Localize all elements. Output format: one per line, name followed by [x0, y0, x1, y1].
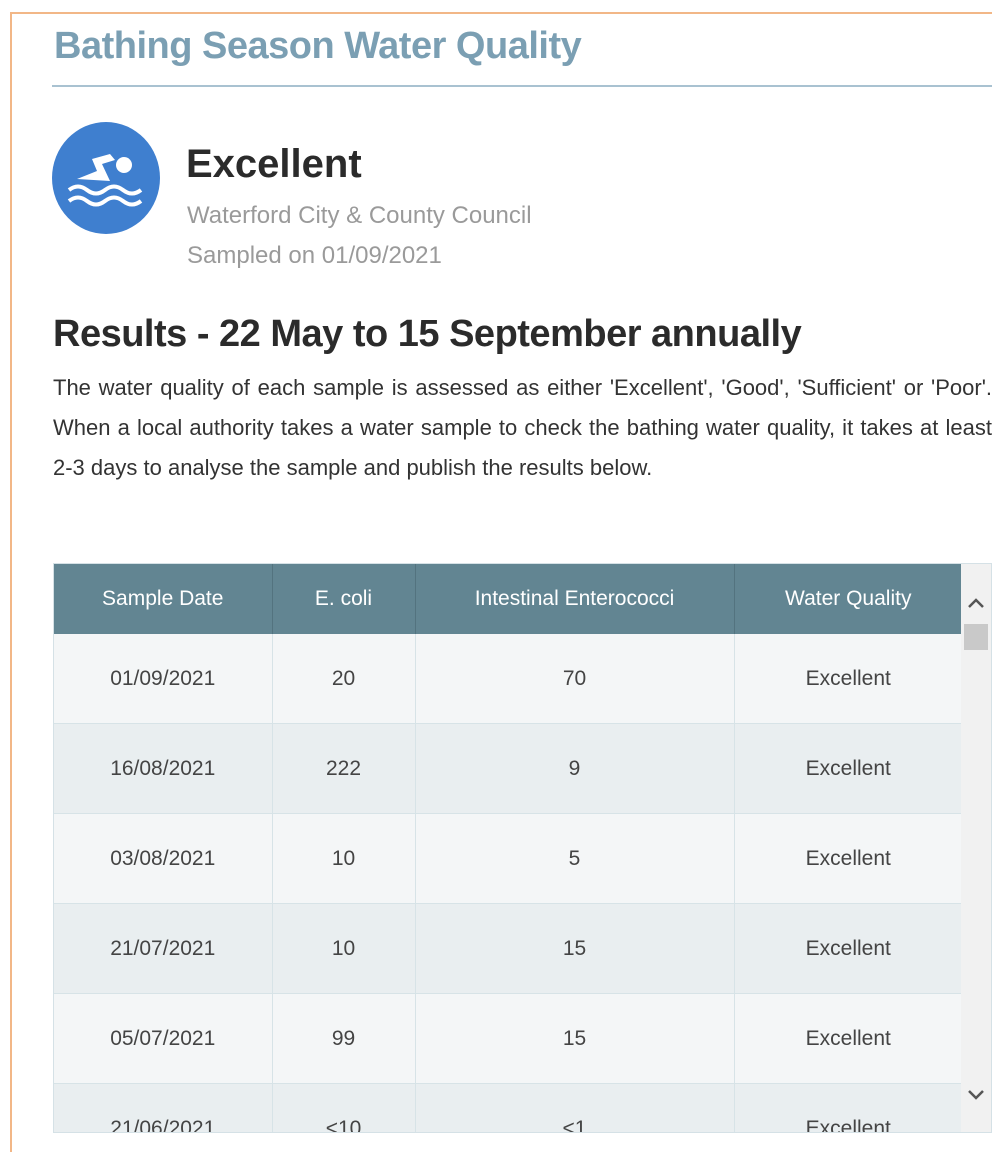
cell-sample-date: 16/08/2021: [54, 723, 273, 814]
cell-water-quality: Excellent: [734, 634, 962, 724]
cell-e-coli: 10: [272, 903, 416, 994]
cell-water-quality: Excellent: [734, 813, 962, 904]
cell-enterococci: 5: [415, 813, 735, 904]
column-header-water-quality: Water Quality: [734, 564, 962, 634]
cell-sample-date: 05/07/2021: [54, 993, 273, 1084]
cell-sample-date: 03/08/2021: [54, 813, 273, 904]
table-row: 21/06/2021 <10 <1 Excellent: [54, 1083, 962, 1132]
cell-enterococci: 15: [415, 903, 735, 994]
table-row: 16/08/2021 222 9 Excellent: [54, 723, 962, 814]
scrollbar-thumb[interactable]: [964, 624, 988, 650]
column-header-e-coli: E. coli: [272, 564, 416, 634]
cell-sample-date: 21/06/2021: [54, 1083, 273, 1132]
results-heading: Results - 22 May to 15 September annuall…: [53, 313, 802, 355]
table-row: 21/07/2021 10 15 Excellent: [54, 903, 962, 994]
cell-e-coli: 99: [272, 993, 416, 1084]
cell-water-quality: Excellent: [734, 903, 962, 994]
results-table: Sample Date E. coli Intestinal Enterococ…: [54, 564, 962, 1132]
table-row: 03/08/2021 10 5 Excellent: [54, 813, 962, 904]
cell-e-coli: <10: [272, 1083, 416, 1132]
table-scrollbar[interactable]: [961, 564, 991, 1132]
sampled-date: Sampled on 01/09/2021: [187, 242, 442, 269]
cell-water-quality: Excellent: [734, 723, 962, 814]
scroll-down-icon[interactable]: [961, 1080, 991, 1110]
swimmer-icon: [52, 122, 160, 234]
column-header-sample-date: Sample Date: [54, 564, 273, 634]
cell-enterococci: <1: [415, 1083, 735, 1132]
cell-e-coli: 222: [272, 723, 416, 814]
table-row: 01/09/2021 20 70 Excellent: [54, 634, 962, 724]
title-divider: [52, 85, 992, 87]
scroll-up-icon[interactable]: [961, 588, 991, 618]
quality-status-label: Excellent: [186, 142, 362, 186]
cell-sample-date: 21/07/2021: [54, 903, 273, 994]
cell-enterococci: 9: [415, 723, 735, 814]
cell-enterococci: 70: [415, 634, 735, 724]
cell-enterococci: 15: [415, 993, 735, 1084]
cell-sample-date: 01/09/2021: [54, 634, 273, 724]
table-header-row: Sample Date E. coli Intestinal Enterococ…: [54, 564, 962, 634]
cell-water-quality: Excellent: [734, 993, 962, 1084]
results-table-container[interactable]: Sample Date E. coli Intestinal Enterococ…: [53, 563, 992, 1133]
council-name: Waterford City & County Council: [187, 202, 532, 229]
results-description: The water quality of each sample is asse…: [53, 375, 992, 480]
table-row: 05/07/2021 99 15 Excellent: [54, 993, 962, 1084]
section-title: Bathing Season Water Quality: [54, 25, 582, 67]
column-header-intestinal-enterococci: Intestinal Enterococci: [415, 564, 735, 634]
cell-e-coli: 20: [272, 634, 416, 724]
cell-e-coli: 10: [272, 813, 416, 904]
cell-water-quality: Excellent: [734, 1083, 962, 1132]
